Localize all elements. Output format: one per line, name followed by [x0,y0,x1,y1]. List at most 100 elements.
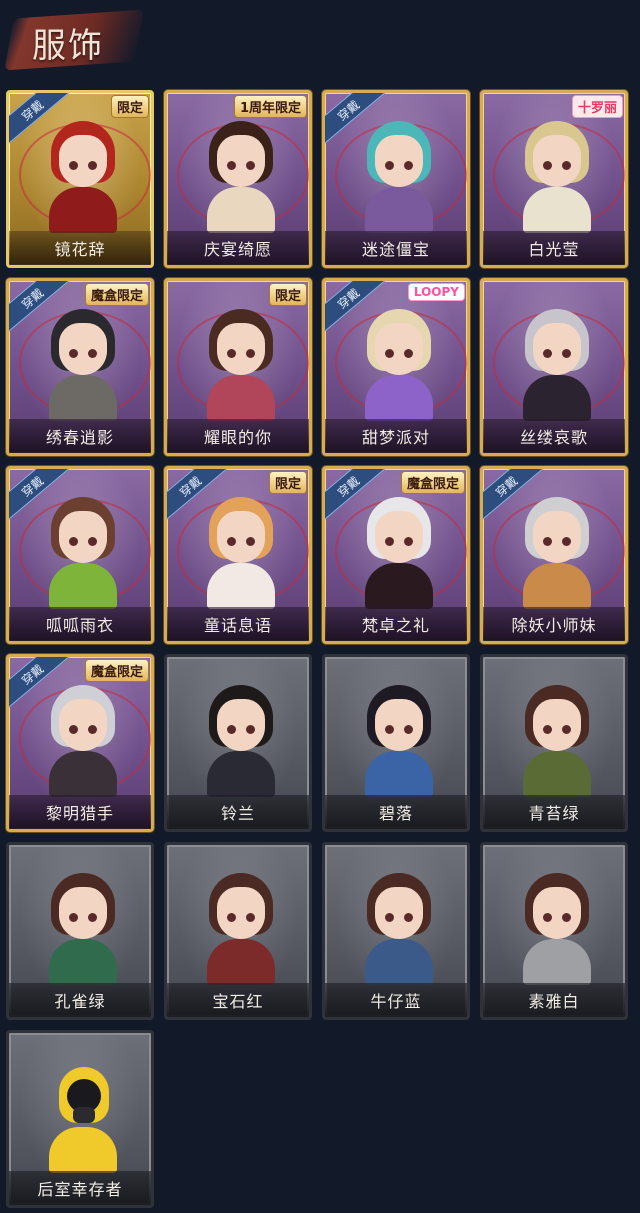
costume-portrait [201,121,281,233]
costume-card[interactable]: 穿戴 迷途僵宝 [322,90,470,268]
costume-card[interactable]: 宝石红 [164,842,312,1020]
costume-name: 梵卓之礼 [325,607,467,641]
portrait-body [49,187,117,233]
limited-tag: LOOPY [407,283,465,301]
costume-portrait [517,121,597,233]
costume-portrait [359,873,439,985]
costume-name: 庆宴绮愿 [167,231,309,265]
portrait-eye [543,537,552,546]
portrait-eye [88,913,97,922]
portrait-face [217,887,265,939]
limited-tag: 魔盒限定 [84,659,149,682]
portrait-eye [404,725,413,734]
portrait-face [375,511,423,563]
portrait-face [533,699,581,751]
costume-portrait [43,309,123,421]
costume-card[interactable]: 孔雀绿 [6,842,154,1020]
costume-portrait [201,685,281,797]
costume-card[interactable]: 1周年限定 庆宴绮愿 [164,90,312,268]
portrait-eye [404,913,413,922]
portrait-body [207,187,275,233]
portrait-eye [562,913,571,922]
portrait-eye [88,725,97,734]
portrait-face [375,887,423,939]
costume-portrait [43,497,123,609]
costume-card[interactable]: 铃兰 [164,654,312,832]
costume-portrait [359,685,439,797]
portrait-body [49,939,117,985]
portrait-face [217,699,265,751]
portrait-eye [246,537,255,546]
costume-card[interactable]: 魔盒限定 穿戴 黎明猎手 [6,654,154,832]
costume-card[interactable]: 十罗丽 白光莹 [480,90,628,268]
costume-card[interactable]: 魔盒限定 穿戴 梵卓之礼 [322,466,470,644]
costume-name: 除妖小师妹 [483,607,625,641]
portrait-face [59,323,107,375]
costume-card[interactable]: 限定 耀眼的你 [164,278,312,456]
mask-filter [73,1107,95,1123]
portrait-eye [562,161,571,170]
portrait-eye [227,537,236,546]
portrait-body [523,751,591,797]
portrait-eye [246,349,255,358]
portrait-eye [246,161,255,170]
costume-card[interactable]: 牛仔蓝 [322,842,470,1020]
costume-portrait [201,497,281,609]
portrait-face [59,887,107,939]
portrait-body [49,751,117,797]
portrait-face [533,887,581,939]
costume-card[interactable]: 后室幸存者 [6,1030,154,1208]
costume-card[interactable]: 限定 穿戴 童话息语 [164,466,312,644]
portrait-body [207,375,275,421]
portrait-body [523,563,591,609]
portrait-body [523,375,591,421]
portrait-face [375,699,423,751]
costume-portrait [359,497,439,609]
portrait-eye [69,913,78,922]
costume-card[interactable]: 穿戴 呱呱雨衣 [6,466,154,644]
portrait-body [365,375,433,421]
costume-card[interactable]: 穿戴 除妖小师妹 [480,466,628,644]
costume-name: 呱呱雨衣 [9,607,151,641]
portrait-face [59,135,107,187]
portrait-face [59,699,107,751]
portrait-body [365,751,433,797]
costume-portrait [359,121,439,233]
portrait-eye [227,725,236,734]
costume-card[interactable]: 魔盒限定 穿戴 绣春逍影 [6,278,154,456]
portrait-body [207,563,275,609]
portrait-body [365,187,433,233]
limited-tag: 限定 [268,471,307,494]
page-header: 服饰 [0,0,640,80]
costume-card[interactable]: 丝缕哀歌 [480,278,628,456]
portrait-eye [69,537,78,546]
costume-card[interactable]: LOOPY 穿戴 甜梦派对 [322,278,470,456]
portrait-face [533,511,581,563]
costume-card[interactable]: 限定 穿戴 镜花辞 [6,90,154,268]
costume-card[interactable]: 素雅白 [480,842,628,1020]
costume-name: 童话息语 [167,607,309,641]
portrait-eye [88,349,97,358]
portrait-body [49,1127,117,1173]
portrait-eye [385,537,394,546]
costume-portrait [201,873,281,985]
portrait-face [59,511,107,563]
portrait-eye [385,725,394,734]
costume-portrait [517,309,597,421]
portrait-eye [543,349,552,358]
portrait-body [523,939,591,985]
portrait-eye [246,725,255,734]
costume-card[interactable]: 青苔绿 [480,654,628,832]
costume-portrait [43,685,123,797]
portrait-eye [385,349,394,358]
costume-name: 素雅白 [483,983,625,1017]
costume-name: 孔雀绿 [9,983,151,1017]
portrait-face [217,323,265,375]
costume-name: 宝石红 [167,983,309,1017]
limited-tag: 限定 [110,95,149,118]
portrait-eye [69,161,78,170]
costume-portrait [517,685,597,797]
portrait-eye [404,349,413,358]
costume-card[interactable]: 碧落 [322,654,470,832]
costume-name: 铃兰 [167,795,309,829]
